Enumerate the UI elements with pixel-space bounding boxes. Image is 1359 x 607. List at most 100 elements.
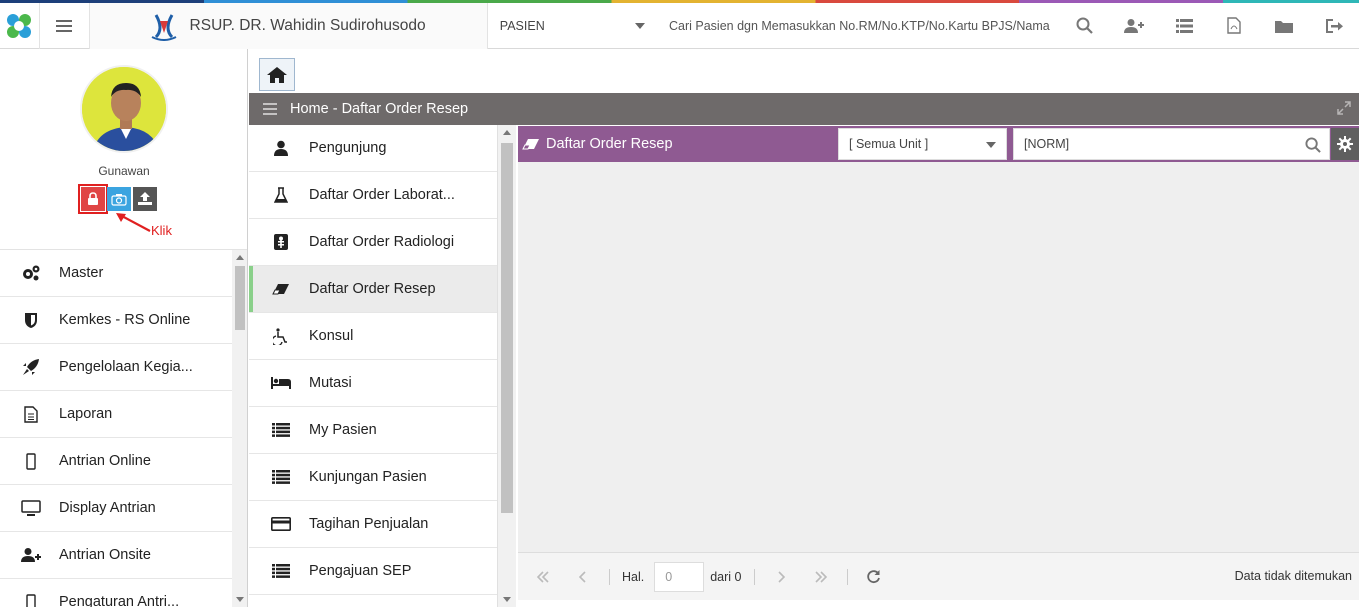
scroll-up-icon[interactable] [503, 130, 511, 135]
upload-icon [138, 192, 152, 205]
patient-search-placeholder: Cari Pasien dgn Memasukkan No.RM/No.KTP/… [668, 18, 1050, 33]
sidebar-scrollbar[interactable] [232, 250, 247, 607]
scroll-up-icon[interactable] [236, 255, 244, 260]
menu-item-konsul[interactable]: Konsul [249, 313, 497, 360]
app-logo[interactable] [0, 2, 40, 49]
flask-icon [271, 186, 291, 204]
expand-icon[interactable] [1337, 101, 1351, 115]
lock-icon [88, 192, 98, 205]
user-actions [78, 184, 157, 214]
top-toolbar [1059, 3, 1359, 49]
refresh-icon [867, 570, 880, 584]
home-button[interactable] [259, 58, 295, 91]
last-page-button[interactable] [801, 570, 841, 583]
chevron-left-icon [578, 570, 586, 583]
folder-icon[interactable] [1259, 3, 1309, 49]
sidebar: Gunawan Klik Master Kemkes - RS Online P… [0, 49, 248, 607]
menu-toggle-button[interactable] [40, 2, 90, 49]
breadcrumb: Home - Daftar Order Resep [249, 93, 1359, 125]
hospital-brand: RSUP. DR. Wahidin Sudirohusodo [89, 2, 488, 49]
upload-button[interactable] [133, 187, 157, 211]
menu-item-label: Daftar Order Laborat... [309, 187, 455, 203]
hamburger-icon[interactable] [263, 103, 277, 115]
pager-separator [846, 568, 848, 585]
menu-item-pengajuan-sep[interactable]: Pengajuan SEP [249, 548, 497, 595]
change-photo-button[interactable] [107, 187, 131, 211]
menu-item-label: Kunjungan Pasien [309, 469, 427, 485]
menu-item-mutasi[interactable]: Mutasi [249, 360, 497, 407]
module-menu: Pengunjung Daftar Order Laborat... Dafta… [249, 125, 498, 607]
user-plus-icon [20, 547, 42, 563]
menu-item-label: Daftar Order Resep [309, 281, 436, 297]
sidebar-item-laporan[interactable]: Laporan [0, 391, 232, 438]
refresh-button[interactable] [854, 569, 894, 584]
sidebar-item-label: Antrian Online [59, 453, 151, 469]
scrollbar-thumb[interactable] [501, 143, 513, 513]
prev-page-button[interactable] [563, 570, 603, 583]
scroll-down-icon[interactable] [236, 597, 244, 602]
sidebar-item-pengaturan-antrian[interactable]: Pengaturan Antri... [0, 579, 232, 607]
mode-select[interactable]: PASIEN [488, 3, 657, 49]
sidebar-item-label: Master [59, 265, 104, 281]
logout-icon[interactable] [1309, 3, 1359, 49]
menu-item-tagihan-penjualan[interactable]: Tagihan Penjualan [249, 501, 497, 548]
patient-search-input[interactable]: Cari Pasien dgn Memasukkan No.RM/No.KTP/… [657, 19, 1055, 33]
pager-status: Data tidak ditemukan [1234, 569, 1352, 583]
sidebar-item-display-antrian[interactable]: Display Antrian [0, 485, 232, 532]
sidebar-item-antrian-onsite[interactable]: Antrian Onsite [0, 532, 232, 579]
lock-button[interactable] [78, 184, 108, 214]
norm-placeholder: [NORM] [1024, 137, 1070, 151]
pdf-icon[interactable] [1209, 3, 1259, 49]
norm-search-input[interactable]: [NORM] [1013, 128, 1330, 160]
eraser-icon [271, 283, 291, 295]
unit-select[interactable]: [ Semua Unit ] [838, 128, 1007, 160]
menu-item-order-resep[interactable]: Daftar Order Resep [249, 266, 497, 313]
double-chevron-right-icon [814, 570, 827, 583]
search-icon[interactable] [1305, 137, 1321, 153]
list-icon[interactable] [1159, 3, 1209, 49]
menu-item-my-pasien[interactable]: My Pasien [249, 407, 497, 454]
mobile-icon [20, 593, 42, 607]
home-icon [267, 66, 287, 83]
mode-select-value: PASIEN [499, 18, 545, 33]
menu-item-order-radiologi[interactable]: Daftar Order Radiologi [249, 219, 497, 266]
page-number-input[interactable]: 0 [654, 561, 705, 592]
menu-item-label: Tagihan Penjualan [309, 516, 429, 532]
next-page-button[interactable] [761, 570, 801, 583]
sidebar-item-label: Display Antrian [59, 500, 156, 516]
sidebar-item-label: Antrian Onsite [59, 547, 151, 563]
module-menu-scrollbar[interactable] [498, 125, 516, 607]
menu-item-label: Mutasi [309, 375, 352, 391]
document-icon [20, 405, 42, 423]
add-user-icon[interactable] [1109, 3, 1159, 49]
chevron-right-icon [777, 570, 785, 583]
rocket-icon [20, 358, 42, 376]
pager-separator [753, 568, 755, 585]
hospital-name: RSUP. DR. Wahidin Sudirohusodo [189, 16, 426, 34]
menu-item-order-laboratorium[interactable]: Daftar Order Laborat... [249, 172, 497, 219]
sidebar-item-master[interactable]: Master [0, 250, 232, 297]
search-icon[interactable] [1059, 3, 1109, 49]
first-page-button[interactable] [523, 570, 563, 583]
sidebar-item-kemkes[interactable]: Kemkes - RS Online [0, 297, 232, 344]
menu-item-label: My Pasien [309, 422, 377, 438]
double-chevron-left-icon [536, 570, 549, 583]
user-name: Gunawan [98, 164, 150, 178]
sidebar-item-label: Pengelolaan Kegia... [59, 359, 193, 375]
list-icon [271, 423, 291, 437]
menu-item-label: Pengunjung [309, 140, 387, 156]
scrollbar-thumb[interactable] [235, 266, 245, 330]
panel-title: Daftar Order Resep [546, 136, 673, 152]
sidebar-item-pengelolaan[interactable]: Pengelolaan Kegia... [0, 344, 232, 391]
pager-separator [609, 568, 610, 585]
sidebar-menu: Master Kemkes - RS Online Pengelolaan Ke… [0, 250, 232, 607]
scroll-down-icon[interactable] [503, 597, 511, 602]
eraser-icon [522, 138, 540, 150]
settings-button[interactable] [1331, 128, 1359, 160]
menu-item-label: Pengajuan SEP [309, 563, 412, 579]
hamburger-icon [56, 19, 73, 32]
sidebar-item-antrian-online[interactable]: Antrian Online [0, 438, 232, 485]
menu-item-kunjungan-pasien[interactable]: Kunjungan Pasien [249, 454, 497, 501]
page-total-label: dari 0 [710, 569, 742, 584]
menu-item-pengunjung[interactable]: Pengunjung [249, 125, 497, 172]
